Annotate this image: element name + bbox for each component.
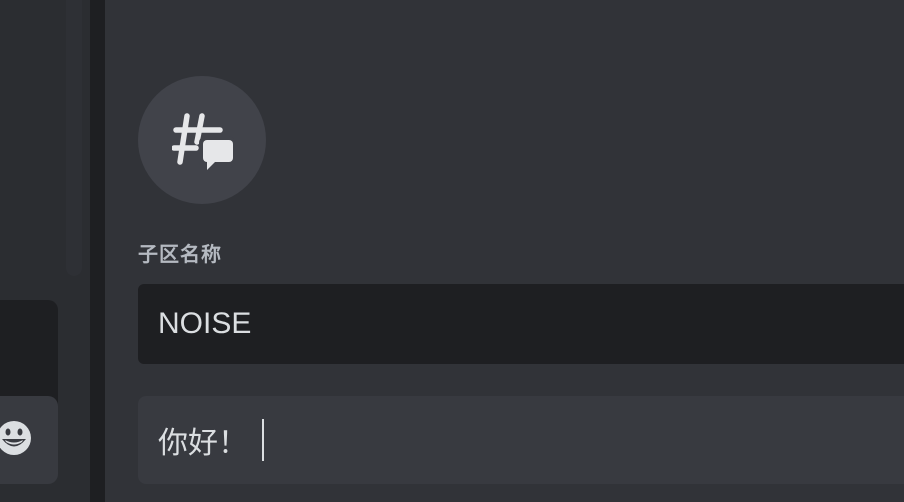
thread-name-value: NOISE <box>158 307 252 340</box>
left-scrollbar-thumb[interactable] <box>66 0 82 276</box>
thread-message-input[interactable]: 你好！ <box>138 396 904 484</box>
left-pane <box>0 0 90 502</box>
thread-icon-avatar <box>138 76 266 204</box>
emoji-smile-icon[interactable] <box>0 414 32 462</box>
thread-name-label: 子区名称 <box>138 242 222 266</box>
thread-name-input[interactable]: NOISE <box>138 284 904 364</box>
text-caret <box>262 419 264 461</box>
app-window: 子区名称 NOISE 你好！ <box>0 0 904 502</box>
thread-message-value: 你好！ <box>158 426 248 461</box>
pane-divider[interactable] <box>90 0 105 502</box>
left-scrollbar[interactable] <box>66 0 82 276</box>
create-thread-form: 子区名称 NOISE 你好！ <box>105 0 904 502</box>
thread-icon <box>172 113 234 170</box>
